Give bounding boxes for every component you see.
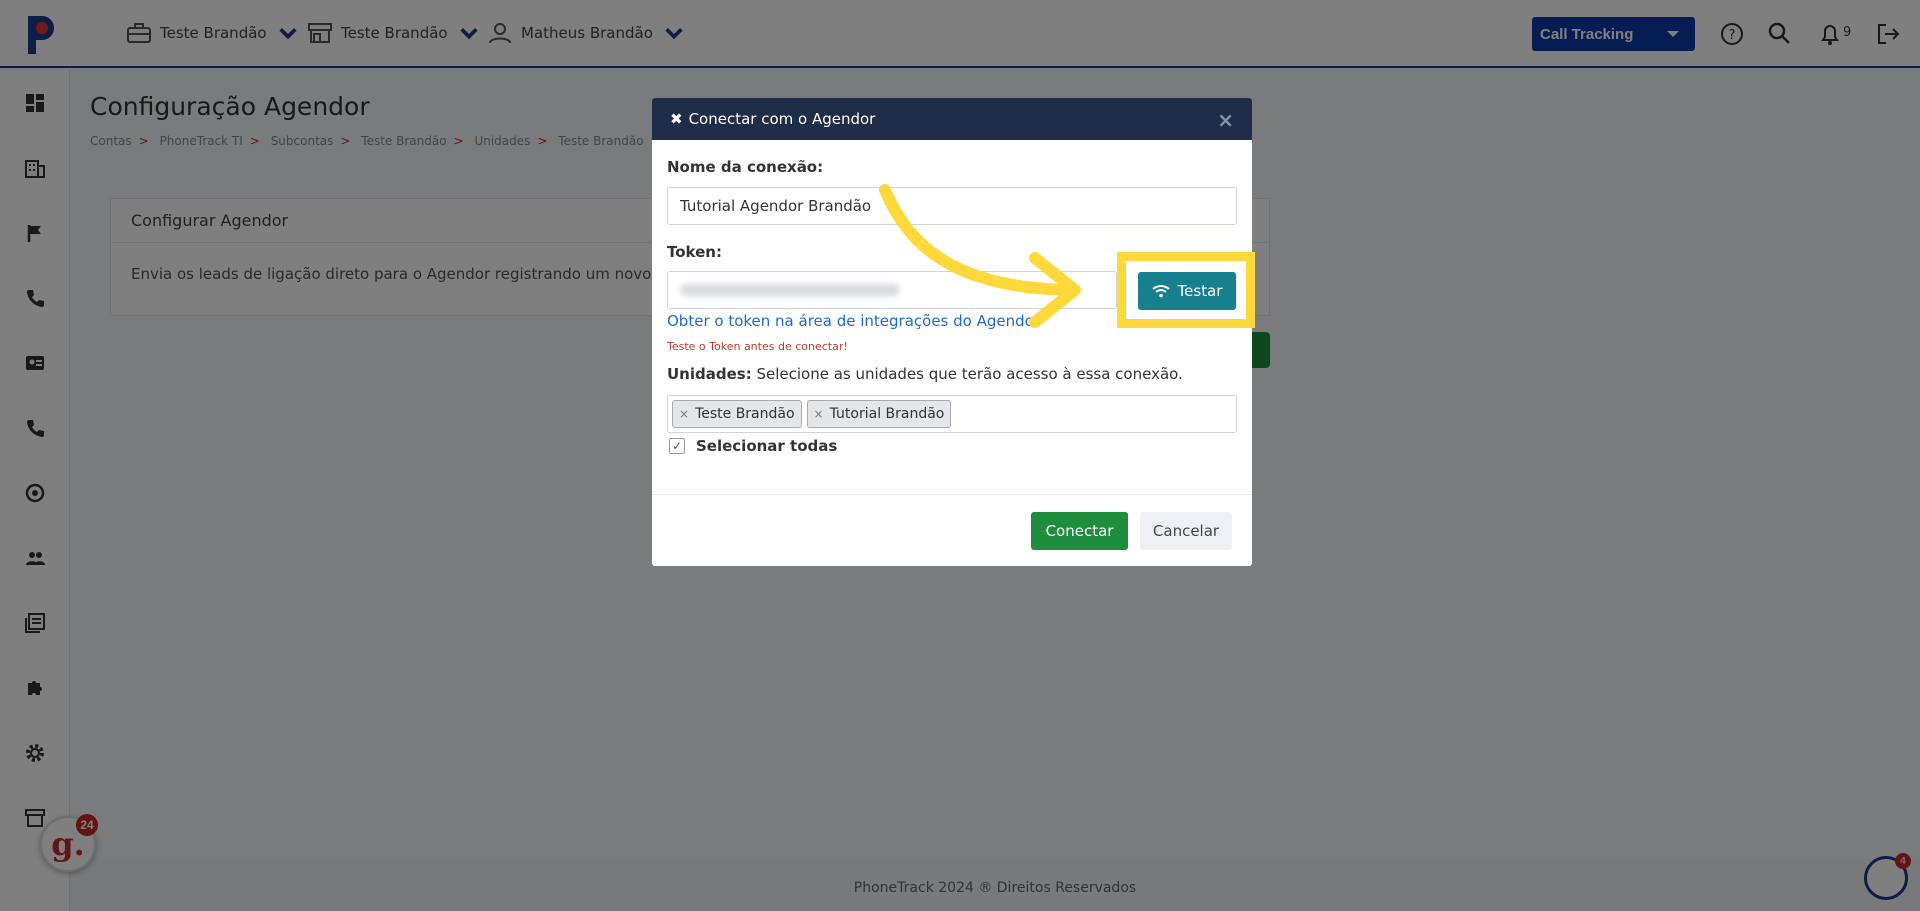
select-all-label: Selecionar todas: [696, 437, 838, 455]
wifi-icon: [1151, 285, 1170, 298]
modal-close-button[interactable]: ×: [1217, 108, 1234, 132]
connection-name-value: Tutorial Agendor Brandão: [680, 197, 872, 215]
modal-title: Conectar com o Agendor: [688, 110, 876, 128]
unit-tag[interactable]: × Teste Brandão: [672, 400, 802, 428]
remove-icon[interactable]: ×: [679, 407, 689, 421]
cancel-button[interactable]: Cancelar: [1140, 512, 1232, 550]
test-token-label: Testar: [1177, 282, 1223, 300]
units-label: Unidades: Selecione as unidades que terã…: [667, 365, 1183, 383]
modal-header: ✖ Conectar com o Agendor: [652, 98, 1252, 140]
connect-button[interactable]: Conectar: [1031, 512, 1128, 550]
token-warning: Teste o Token antes de conectar!: [667, 340, 848, 353]
connection-name-label: Nome da conexão:: [667, 158, 824, 176]
token-value-blurred: [680, 284, 900, 296]
close-icon: ✖: [670, 110, 683, 128]
modal-footer: Conectar Cancelar: [652, 494, 1252, 566]
test-token-button[interactable]: Testar: [1138, 272, 1236, 310]
units-multiselect[interactable]: × Teste Brandão × Tutorial Brandão: [667, 395, 1237, 433]
select-all-checkbox[interactable]: ✓: [669, 438, 685, 454]
tutorial-arrow-icon: [879, 184, 1081, 328]
unit-tag[interactable]: × Tutorial Brandão: [806, 400, 952, 428]
remove-icon[interactable]: ×: [814, 407, 824, 421]
token-label: Token:: [667, 243, 722, 261]
